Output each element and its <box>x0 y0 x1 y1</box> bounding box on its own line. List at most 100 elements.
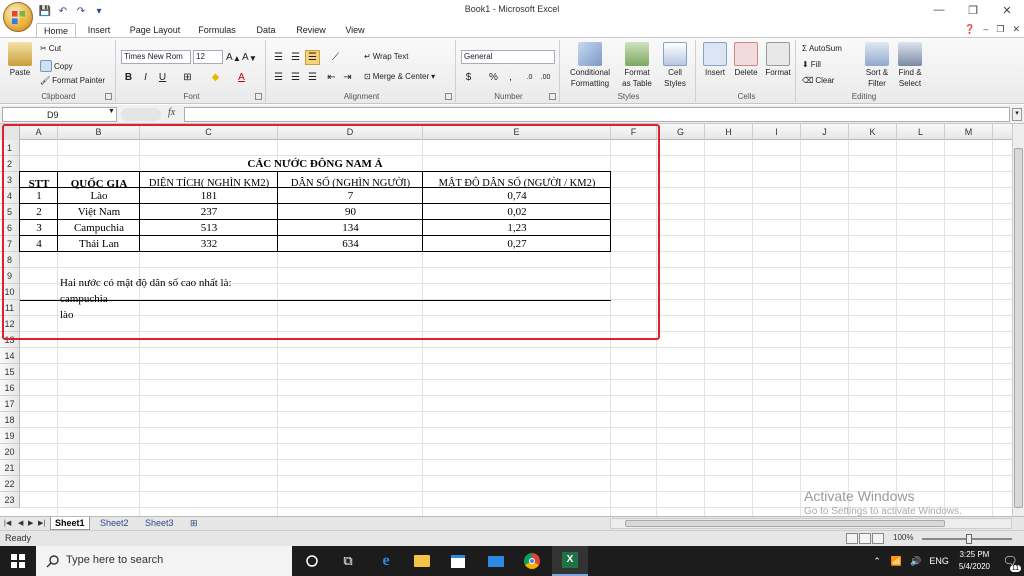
horizontal-scrollbar[interactable] <box>610 518 1012 529</box>
zoom-slider-knob[interactable] <box>966 534 972 544</box>
row-header-20[interactable]: 20 <box>0 444 20 460</box>
align-middle-icon[interactable]: ☰ <box>288 50 303 65</box>
vertical-scroll-thumb[interactable] <box>1014 148 1023 508</box>
tab-home[interactable]: Home <box>36 23 76 38</box>
table-cell[interactable]: 1 <box>20 190 58 202</box>
row-header-18[interactable]: 18 <box>0 412 20 428</box>
insert-sheet-icon[interactable]: ⊞ <box>186 517 202 530</box>
tab-insert[interactable]: Insert <box>80 23 118 38</box>
answer-2[interactable]: lào <box>60 309 73 321</box>
office-button[interactable] <box>3 2 33 32</box>
increase-decimal-icon[interactable]: .0 <box>522 70 537 85</box>
table-cell[interactable]: Lào <box>58 190 140 202</box>
horizontal-scroll-thumb[interactable] <box>625 520 945 527</box>
decrease-decimal-icon[interactable]: .00 <box>538 70 553 85</box>
column-header-e[interactable]: E <box>423 124 611 140</box>
help-icon[interactable]: ❓ <box>964 24 975 35</box>
minimize-button[interactable]: — <box>922 0 956 20</box>
align-bottom-icon[interactable]: ☰ <box>305 50 320 65</box>
table-cell[interactable]: 0,74 <box>423 190 611 202</box>
formula-cancel-enter-buttons[interactable] <box>121 108 161 121</box>
row-header-12[interactable]: 12 <box>0 316 20 332</box>
grow-font-icon[interactable]: A ▲ <box>226 50 241 65</box>
prev-sheet-icon[interactable]: ◀ <box>18 519 23 527</box>
clock[interactable]: 3:25 PM 5/4/2020 <box>959 549 990 573</box>
align-center-icon[interactable]: ☰ <box>288 70 303 85</box>
tab-review[interactable]: Review <box>292 23 330 38</box>
row-header-16[interactable]: 16 <box>0 380 20 396</box>
row-header-17[interactable]: 17 <box>0 396 20 412</box>
store-icon[interactable] <box>440 546 476 576</box>
table-cell[interactable]: 134 <box>278 222 423 234</box>
column-header-a[interactable]: A <box>20 124 58 140</box>
column-header-h[interactable]: H <box>705 124 753 140</box>
cut-button[interactable]: ✂ Cut <box>40 44 61 53</box>
table-title[interactable]: CÁC NƯỚC ĐÔNG NAM Á <box>20 158 610 170</box>
table-cell[interactable]: 0,02 <box>423 206 611 218</box>
insert-function-button[interactable]: fx <box>168 107 175 118</box>
row-header-2[interactable]: 2 <box>0 156 20 172</box>
table-cell[interactable]: 3 <box>20 222 58 234</box>
copy-button[interactable]: Copy <box>40 60 73 72</box>
chrome-icon[interactable] <box>514 546 550 576</box>
name-box-dropdown-icon[interactable]: ▼ <box>108 108 115 115</box>
font-color-icon[interactable]: A <box>234 70 249 85</box>
row-header-13[interactable]: 13 <box>0 332 20 348</box>
clear-button[interactable]: ⌫ Clear <box>802 76 834 85</box>
row-header-9[interactable]: 9 <box>0 268 20 284</box>
tab-data[interactable]: Data <box>250 23 282 38</box>
tab-view[interactable]: View <box>340 23 370 38</box>
column-header-i[interactable]: I <box>753 124 801 140</box>
row-header-4[interactable]: 4 <box>0 188 20 204</box>
delete-cells-button[interactable]: Delete <box>731 42 761 77</box>
wrap-text-button[interactable]: ↵ Wrap Text <box>364 52 408 61</box>
restore-button[interactable]: ❐ <box>956 0 990 20</box>
borders-icon[interactable]: ⊞ <box>180 70 195 85</box>
last-sheet-icon[interactable]: ▶| <box>38 519 45 527</box>
row-header-5[interactable]: 5 <box>0 204 20 220</box>
column-header-d[interactable]: D <box>278 124 423 140</box>
table-cell[interactable]: 1,23 <box>423 222 611 234</box>
tab-formulas[interactable]: Formulas <box>194 23 240 38</box>
table-cell[interactable]: 634 <box>278 238 423 250</box>
table-cell[interactable]: 7 <box>278 190 423 202</box>
percent-button[interactable]: % <box>486 70 501 85</box>
table-cell[interactable]: 2 <box>20 206 58 218</box>
decrease-indent-icon[interactable]: ⇤ <box>324 70 339 85</box>
orientation-icon[interactable]: ⟋ <box>328 50 343 65</box>
font-size-combo[interactable]: 12 <box>193 50 223 64</box>
column-header-g[interactable]: G <box>657 124 705 140</box>
find-select-button[interactable]: Find & Select <box>894 42 926 88</box>
align-top-icon[interactable]: ☰ <box>271 50 286 65</box>
conditional-formatting-button[interactable]: Conditional Formatting <box>566 42 614 88</box>
italic-button[interactable]: I <box>138 70 153 85</box>
excel-taskbar-icon[interactable]: X <box>552 546 588 576</box>
normal-view-icon[interactable] <box>846 533 858 544</box>
number-format-combo[interactable]: General <box>461 50 555 64</box>
column-header-b[interactable]: B <box>58 124 140 140</box>
row-header-22[interactable]: 22 <box>0 476 20 492</box>
language-indicator[interactable]: ENG <box>929 556 949 566</box>
paste-button[interactable]: Paste <box>6 42 34 77</box>
currency-button[interactable]: $ <box>461 70 476 85</box>
comma-button[interactable]: , <box>503 70 518 85</box>
formula-input[interactable] <box>184 107 1010 122</box>
show-hidden-icons-icon[interactable]: ⌃ <box>873 556 881 567</box>
fill-button[interactable]: ⬇ Fill <box>802 60 821 69</box>
increase-indent-icon[interactable]: ⇥ <box>340 70 355 85</box>
header-stt[interactable]: STT <box>20 178 58 190</box>
table-cell[interactable]: 4 <box>20 238 58 250</box>
edge-browser-icon[interactable]: e <box>368 546 404 576</box>
cortana-icon[interactable] <box>294 546 330 576</box>
sheet-tab-3[interactable]: Sheet3 <box>141 517 178 530</box>
row-header-3[interactable]: 3 <box>0 172 20 188</box>
action-center-icon[interactable]: 🗨 11 <box>996 546 1024 576</box>
note-text[interactable]: Hai nước có mật độ dân số cao nhất là: <box>60 277 232 289</box>
row-header-19[interactable]: 19 <box>0 428 20 444</box>
file-explorer-icon[interactable] <box>404 546 440 576</box>
workbook-close-icon[interactable]: ✕ <box>1012 24 1020 35</box>
zoom-level[interactable]: 100% <box>893 533 913 542</box>
clipboard-launcher-icon[interactable] <box>105 93 112 100</box>
table-cell[interactable]: 237 <box>140 206 278 218</box>
row-header-21[interactable]: 21 <box>0 460 20 476</box>
